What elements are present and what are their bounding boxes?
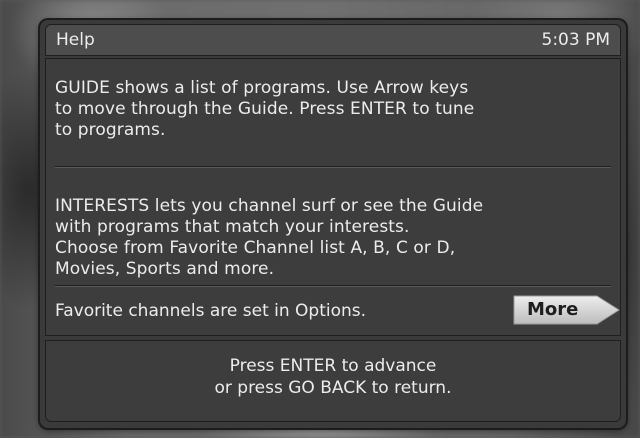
more-button-label: More bbox=[527, 299, 579, 320]
help-body: GUIDE shows a list of programs. Use Arro… bbox=[45, 58, 621, 336]
help-footer: Press ENTER to advance or press GO BACK … bbox=[45, 340, 621, 422]
help-header: Help 5:03 PM bbox=[45, 24, 621, 56]
divider bbox=[55, 166, 611, 168]
interests-help-text: INTERESTS lets you channel surf or see t… bbox=[55, 196, 484, 279]
footer-instruction-return: or press GO BACK to return. bbox=[214, 378, 452, 398]
divider bbox=[55, 285, 611, 287]
guide-help-text: GUIDE shows a list of programs. Use Arro… bbox=[55, 78, 475, 140]
help-title: Help bbox=[56, 30, 95, 50]
clock-time: 5:03 PM bbox=[541, 30, 611, 50]
help-panel: Help 5:03 PM GUIDE shows a list of progr… bbox=[40, 20, 626, 428]
footer-instruction-advance: Press ENTER to advance bbox=[229, 356, 437, 376]
favorites-note: Favorite channels are set in Options. bbox=[55, 301, 367, 321]
more-button[interactable]: More bbox=[511, 292, 623, 328]
